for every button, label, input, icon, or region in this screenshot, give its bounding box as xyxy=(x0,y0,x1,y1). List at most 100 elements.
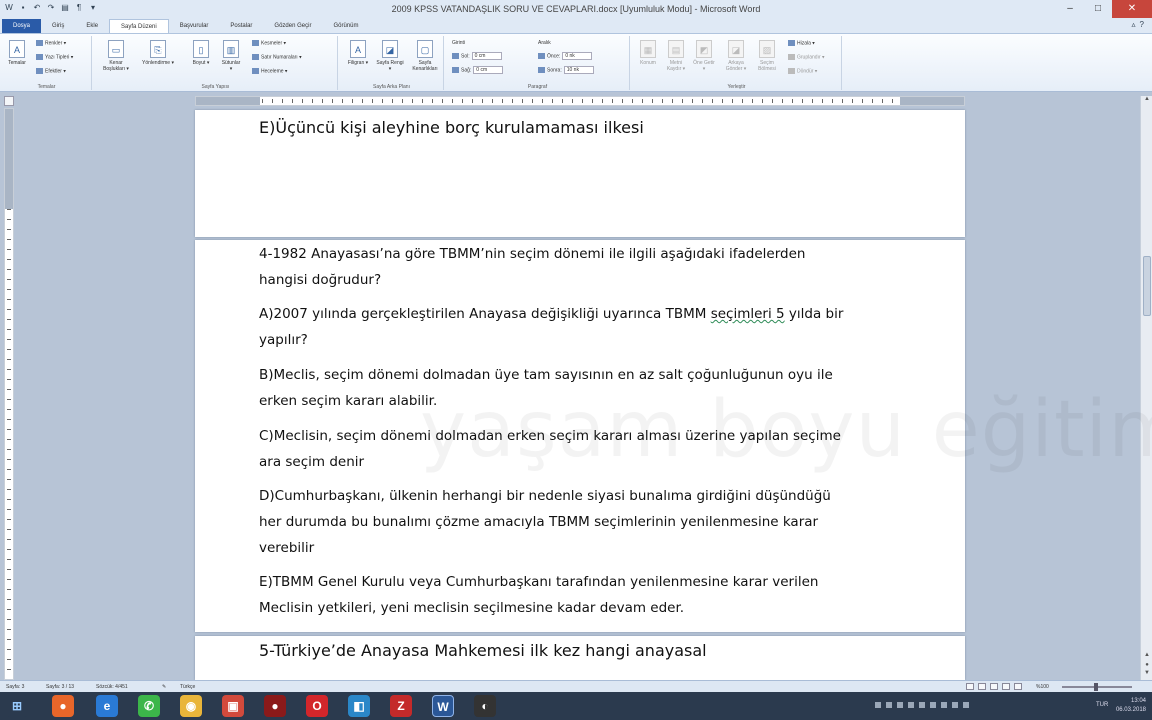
line-numbers-icon xyxy=(252,54,259,60)
minimize-ribbon-icon[interactable]: ▵ xyxy=(1132,20,1136,29)
send-backward-icon: ◪ xyxy=(728,40,744,58)
maximize-button[interactable]: □ xyxy=(1084,0,1112,18)
word-count[interactable]: Sözcük: 4/451 xyxy=(96,684,128,690)
page-indicator[interactable]: Sayfa: 3 xyxy=(6,684,24,690)
vertical-scrollbar[interactable]: ▲ ▲ ● ▼ xyxy=(1140,96,1152,680)
minimize-button[interactable]: – xyxy=(1056,0,1084,18)
spacing-after-input[interactable]: 10 nk xyxy=(563,66,594,74)
tab-view[interactable]: Görünüm xyxy=(322,19,369,33)
tab-insert[interactable]: Ekle xyxy=(75,19,109,33)
tray-icon[interactable] xyxy=(886,702,892,708)
columns-button[interactable]: ▥ Sütunlar ▾ xyxy=(220,40,242,72)
group-label: Sayfa Arka Planı xyxy=(373,84,410,90)
tab-home[interactable]: Giriş xyxy=(41,19,75,33)
document-page[interactable]: 5-Türkiye’de Anayasa Mahkemesi ilk kez h… xyxy=(195,636,965,680)
tray-icon[interactable] xyxy=(897,702,903,708)
group-label: Temalar xyxy=(37,84,56,90)
tab-page-layout[interactable]: Sayfa Düzeni xyxy=(109,19,169,33)
align-button[interactable]: Hizala ▾ xyxy=(788,40,815,46)
colors-button[interactable]: Renkler ▾ xyxy=(36,40,66,46)
wrap-text-button[interactable]: ▤ Metni Kaydır ▾ xyxy=(664,40,688,72)
tray-icon[interactable] xyxy=(930,702,936,708)
zoom-slider-handle[interactable] xyxy=(1094,683,1098,691)
web-layout-icon[interactable] xyxy=(990,683,998,690)
tray-icon[interactable] xyxy=(919,702,925,708)
size-button[interactable]: ▯ Boyut ▾ xyxy=(190,40,212,66)
input-language[interactable]: TUR xyxy=(1096,702,1108,708)
z-app-icon[interactable]: Z xyxy=(390,695,412,717)
fonts-button[interactable]: Yazı Tipleri ▾ xyxy=(36,54,73,60)
effects-button[interactable]: Efektler ▾ xyxy=(36,68,66,74)
tray-icon[interactable] xyxy=(952,702,958,708)
media-icon[interactable]: ● xyxy=(264,695,286,717)
watermark-icon: A xyxy=(350,40,366,58)
colors-icon xyxy=(36,40,43,46)
selection-pane-button[interactable]: ▨ Seçim Bölmesi xyxy=(754,40,780,72)
tab-references[interactable]: Başvurular xyxy=(169,19,220,33)
orientation-button[interactable]: ⎘ Yönlendirme ▾ xyxy=(142,40,174,66)
hyphenation-button[interactable]: Heceleme ▾ xyxy=(252,68,287,74)
option-line: erken seçim kararı alabilir. xyxy=(259,393,438,409)
app-red-icon[interactable]: ▣ xyxy=(222,695,244,717)
tab-mailings[interactable]: Postalar xyxy=(219,19,263,33)
language-indicator[interactable]: Türkçe xyxy=(180,684,195,690)
status-bar: Sayfa: 3 Sayfa: 3 / 13 Sözcük: 4/451 ✎ T… xyxy=(0,680,1152,692)
breaks-button[interactable]: Kesmeler ▾ xyxy=(252,40,286,46)
line-numbers-button[interactable]: Satır Numaraları ▾ xyxy=(252,54,302,60)
proofing-icon[interactable]: ✎ xyxy=(162,684,166,690)
tab-file[interactable]: Dosya xyxy=(2,19,42,33)
chrome-icon[interactable]: ◉ xyxy=(180,695,202,717)
scroll-up-icon[interactable]: ▲ xyxy=(1141,96,1152,106)
print-layout-icon[interactable] xyxy=(966,683,974,690)
prev-page-icon[interactable]: ▲ xyxy=(1141,652,1152,662)
firefox-icon[interactable]: ● xyxy=(52,695,74,717)
scrollbar-thumb[interactable] xyxy=(1143,256,1151,316)
horizontal-ruler[interactable] xyxy=(195,96,965,106)
rotate-button[interactable]: Döndür ▾ xyxy=(788,68,817,74)
position-button[interactable]: ▦ Konum xyxy=(636,40,660,66)
opera-icon[interactable]: O xyxy=(306,695,328,717)
document-page[interactable]: E)Üçüncü kişi aleyhine borç kurulamaması… xyxy=(195,110,965,237)
document-page[interactable]: yaşam boyu eğitim 4-1982 Anayasası’na gö… xyxy=(195,240,1152,632)
bring-forward-button[interactable]: ◩ Öne Getir ▾ xyxy=(692,40,716,72)
next-page-icon[interactable]: ▼ xyxy=(1141,670,1152,680)
taskbar: ⊞ ● e ✆ ◉ ▣ ● O ◧ Z W ◐ TUR 13:04 06.03.… xyxy=(0,692,1152,720)
outline-icon[interactable] xyxy=(1002,683,1010,690)
help-icon[interactable]: ? xyxy=(1140,20,1144,29)
margins-button[interactable]: ▭ Kenar Boşlukları ▾ xyxy=(100,40,132,72)
vertical-ruler[interactable] xyxy=(4,108,14,680)
tray-icon[interactable] xyxy=(908,702,914,708)
document-line: E)Üçüncü kişi aleyhine borç kurulamaması… xyxy=(259,118,644,137)
send-backward-button[interactable]: ◪ Arkaya Gönder ▾ xyxy=(722,40,750,72)
clock[interactable]: 13:04 06.03.2018 xyxy=(1116,697,1146,715)
tab-selector-button[interactable] xyxy=(4,96,14,106)
option-line: A)2007 yılında gerçekleştirilen Anayasa … xyxy=(259,306,844,322)
size-icon: ▯ xyxy=(193,40,209,58)
spacing-before-input[interactable]: 0 nk xyxy=(562,52,593,60)
word-icon[interactable]: W xyxy=(432,695,454,717)
tray-icon[interactable] xyxy=(963,702,969,708)
tab-review[interactable]: Gözden Geçir xyxy=(263,19,322,33)
page-borders-button[interactable]: ▢ Sayfa Kenarlıkları xyxy=(410,40,440,72)
themes-button[interactable]: A Temalar xyxy=(6,40,28,66)
indent-right-input[interactable]: 0 cm xyxy=(473,66,504,74)
watermark-button[interactable]: A Filigran ▾ xyxy=(344,40,372,66)
group-button[interactable]: Gruplandır ▾ xyxy=(788,54,825,60)
start-icon[interactable]: ⊞ xyxy=(6,695,28,717)
ie-icon[interactable]: e xyxy=(96,695,118,717)
full-screen-icon[interactable] xyxy=(978,683,986,690)
close-button[interactable]: ✕ xyxy=(1112,0,1152,18)
zoom-level[interactable]: %100 xyxy=(1036,684,1049,690)
section-indicator[interactable]: Sayfa: 3 / 13 xyxy=(46,684,74,690)
indent-left-input[interactable]: 0 cm xyxy=(471,52,502,60)
page-color-button[interactable]: ◪ Sayfa Rengi ▾ xyxy=(376,40,404,72)
orientation-icon: ⎘ xyxy=(150,40,166,58)
app-dark-icon[interactable]: ◐ xyxy=(474,695,496,717)
whatsapp-icon[interactable]: ✆ xyxy=(138,695,160,717)
draft-icon[interactable] xyxy=(1014,683,1022,690)
tray-icon[interactable] xyxy=(941,702,947,708)
app-blue-icon[interactable]: ◧ xyxy=(348,695,370,717)
rotate-icon xyxy=(788,68,795,74)
tray-icon[interactable] xyxy=(875,702,881,708)
question-line: hangisi doğrudur? xyxy=(259,272,382,288)
